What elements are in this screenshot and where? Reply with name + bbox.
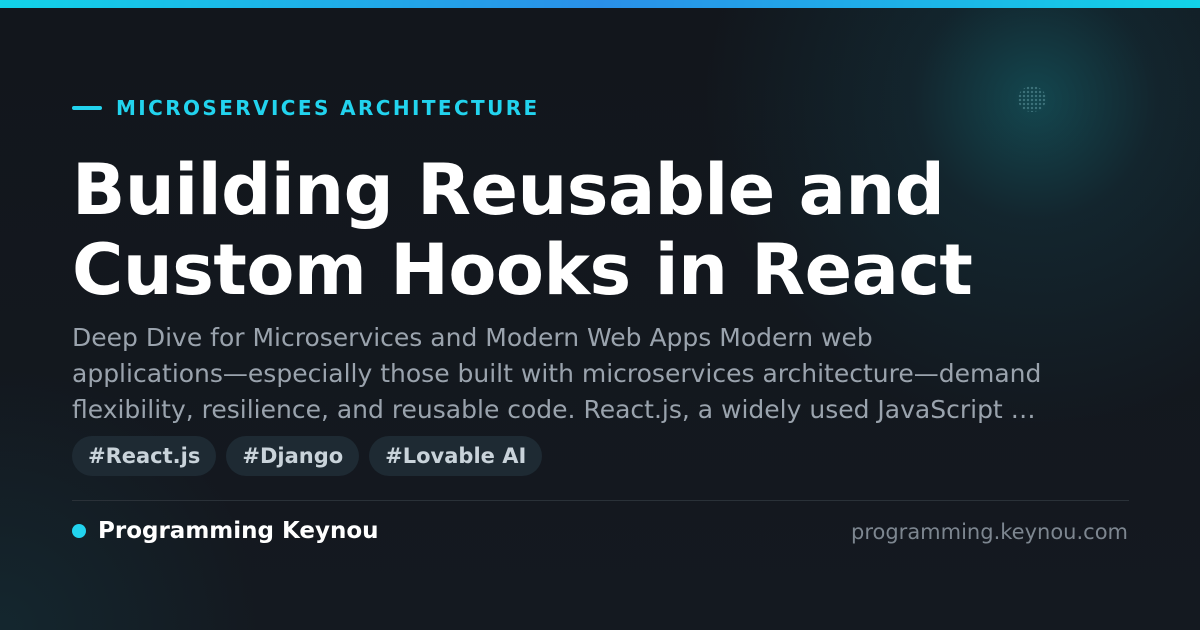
site-domain: programming.keynou.com [851, 520, 1128, 544]
footer-divider [72, 500, 1129, 501]
social-card: MICROSERVICES ARCHITECTURE Building Reus… [0, 0, 1200, 630]
title-line-1: Building Reusable and [72, 149, 945, 231]
article-title: Building Reusable and Custom Hooks in Re… [72, 150, 1132, 310]
brand-dot-icon [72, 524, 86, 538]
accent-line-icon [72, 106, 102, 110]
brand: Programming Keynou [72, 518, 379, 544]
tag-list: #React.js #Django #Lovable AI [72, 436, 543, 476]
description-line-3: flexibility, resilience, and reusable co… [72, 395, 1036, 424]
article-description: Deep Dive for Microservices and Modern W… [72, 320, 1132, 428]
tag-django: #Django [226, 436, 360, 476]
category-kicker: MICROSERVICES ARCHITECTURE [72, 96, 540, 120]
tag-react: #React.js [72, 436, 217, 476]
description-line-2: applications—especially those built with… [72, 359, 1042, 388]
tag-lovable-ai: #Lovable AI [369, 436, 543, 476]
description-line-1: Deep Dive for Microservices and Modern W… [72, 323, 873, 352]
decorative-sparkle [1018, 86, 1046, 112]
brand-name: Programming Keynou [98, 518, 379, 544]
top-accent-bar [0, 0, 1200, 8]
category-label: MICROSERVICES ARCHITECTURE [116, 96, 540, 120]
title-line-2: Custom Hooks in React [72, 229, 973, 311]
